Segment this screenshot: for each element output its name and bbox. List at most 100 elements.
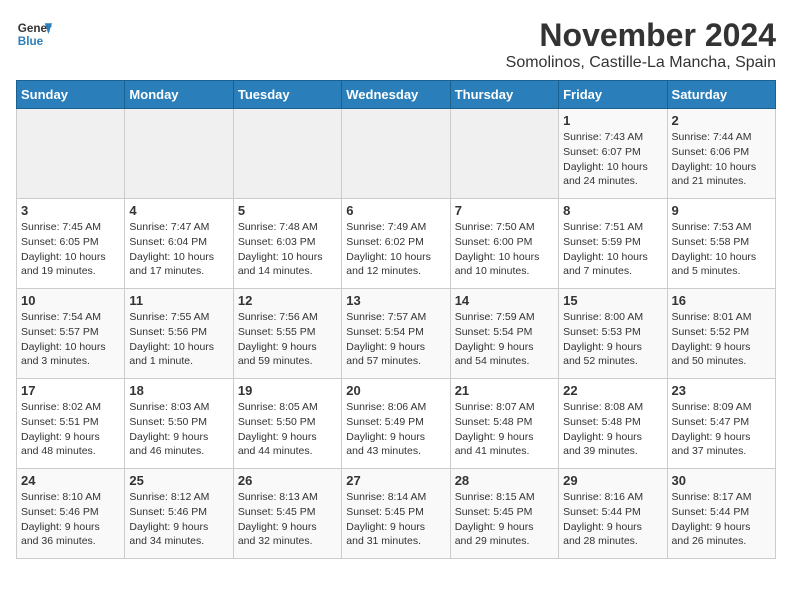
calendar-cell: 30 Sunrise: 8:17 AM Sunset: 5:44 PM Dayli… xyxy=(667,469,775,559)
day-info: Sunrise: 8:13 AM Sunset: 5:45 PM Dayligh… xyxy=(238,490,337,549)
day-info: Sunrise: 8:16 AM Sunset: 5:44 PM Dayligh… xyxy=(563,490,662,549)
calendar-cell: 3 Sunrise: 7:45 AM Sunset: 6:05 PM Daylig… xyxy=(17,199,125,289)
calendar-cell: 14 Sunrise: 7:59 AM Sunset: 5:54 PM Dayli… xyxy=(450,289,558,379)
day-info: Sunrise: 8:15 AM Sunset: 5:45 PM Dayligh… xyxy=(455,490,554,549)
day-number: 23 xyxy=(672,383,771,398)
day-info: Sunrise: 8:03 AM Sunset: 5:50 PM Dayligh… xyxy=(129,400,228,459)
calendar-cell xyxy=(342,109,450,199)
day-number: 22 xyxy=(563,383,662,398)
day-info: Sunrise: 8:02 AM Sunset: 5:51 PM Dayligh… xyxy=(21,400,120,459)
calendar-cell: 19Sunrise: 8:05 AM Sunset: 5:50 PM Dayli… xyxy=(233,379,341,469)
calendar-cell: 25Sunrise: 8:12 AM Sunset: 5:46 PM Dayli… xyxy=(125,469,233,559)
day-number: 8 xyxy=(563,203,662,218)
day-info: Sunrise: 7:51 AM Sunset: 5:59 PM Dayligh… xyxy=(563,220,662,279)
day-number: 17 xyxy=(21,383,120,398)
calendar-cell: 28Sunrise: 8:15 AM Sunset: 5:45 PM Dayli… xyxy=(450,469,558,559)
calendar-cell: 26 Sunrise: 8:13 AM Sunset: 5:45 PM Dayli… xyxy=(233,469,341,559)
day-number: 12 xyxy=(238,293,337,308)
location-title: Somolinos, Castille-La Mancha, Spain xyxy=(506,54,776,72)
calendar-cell: 18 Sunrise: 8:03 AM Sunset: 5:50 PM Dayli… xyxy=(125,379,233,469)
day-number: 24 xyxy=(21,473,120,488)
day-info: Sunrise: 8:00 AM Sunset: 5:53 PM Dayligh… xyxy=(563,310,662,369)
day-info: Sunrise: 7:50 AM Sunset: 6:00 PM Dayligh… xyxy=(455,220,554,279)
logo-icon: General Blue xyxy=(16,16,52,52)
day-number: 5 xyxy=(238,203,337,218)
day-info: Sunrise: 7:53 AM Sunset: 5:58 PM Dayligh… xyxy=(672,220,771,279)
calendar-cell: 22 Sunrise: 8:08 AM Sunset: 5:48 PM Dayli… xyxy=(559,379,667,469)
calendar-cell: 6 Sunrise: 7:49 AM Sunset: 6:02 PM Daylig… xyxy=(342,199,450,289)
day-info: Sunrise: 7:49 AM Sunset: 6:02 PM Dayligh… xyxy=(346,220,445,279)
calendar-cell: 11 Sunrise: 7:55 AM Sunset: 5:56 PM Dayli… xyxy=(125,289,233,379)
calendar-week-row: 24 Sunrise: 8:10 AM Sunset: 5:46 PM Dayli… xyxy=(17,469,776,559)
calendar-cell: 24 Sunrise: 8:10 AM Sunset: 5:46 PM Dayli… xyxy=(17,469,125,559)
calendar-cell: 16 Sunrise: 8:01 AM Sunset: 5:52 PM Dayli… xyxy=(667,289,775,379)
weekday-header: Thursday xyxy=(450,81,558,109)
day-info: Sunrise: 8:12 AM Sunset: 5:46 PM Dayligh… xyxy=(129,490,228,549)
day-number: 27 xyxy=(346,473,445,488)
day-info: Sunrise: 7:59 AM Sunset: 5:54 PM Dayligh… xyxy=(455,310,554,369)
calendar-table: SundayMondayTuesdayWednesdayThursdayFrid… xyxy=(16,80,776,559)
calendar-cell: 21 Sunrise: 8:07 AM Sunset: 5:48 PM Dayli… xyxy=(450,379,558,469)
day-number: 3 xyxy=(21,203,120,218)
title-block: November 2024 Somolinos, Castille-La Man… xyxy=(506,16,776,72)
day-info: Sunrise: 8:08 AM Sunset: 5:48 PM Dayligh… xyxy=(563,400,662,459)
day-info: Sunrise: 7:56 AM Sunset: 5:55 PM Dayligh… xyxy=(238,310,337,369)
day-info: Sunrise: 7:48 AM Sunset: 6:03 PM Dayligh… xyxy=(238,220,337,279)
day-info: Sunrise: 7:57 AM Sunset: 5:54 PM Dayligh… xyxy=(346,310,445,369)
calendar-cell: 27 Sunrise: 8:14 AM Sunset: 5:45 PM Dayli… xyxy=(342,469,450,559)
day-info: Sunrise: 7:54 AM Sunset: 5:57 PM Dayligh… xyxy=(21,310,120,369)
day-number: 13 xyxy=(346,293,445,308)
day-info: Sunrise: 7:55 AM Sunset: 5:56 PM Dayligh… xyxy=(129,310,228,369)
day-number: 9 xyxy=(672,203,771,218)
weekday-header: Saturday xyxy=(667,81,775,109)
calendar-cell xyxy=(233,109,341,199)
day-info: Sunrise: 8:09 AM Sunset: 5:47 PM Dayligh… xyxy=(672,400,771,459)
calendar-cell: 1Sunrise: 7:43 AM Sunset: 6:07 PM Daylig… xyxy=(559,109,667,199)
day-number: 14 xyxy=(455,293,554,308)
day-info: Sunrise: 7:45 AM Sunset: 6:05 PM Dayligh… xyxy=(21,220,120,279)
day-info: Sunrise: 8:14 AM Sunset: 5:45 PM Dayligh… xyxy=(346,490,445,549)
calendar-cell: 8 Sunrise: 7:51 AM Sunset: 5:59 PM Daylig… xyxy=(559,199,667,289)
calendar-cell: 23 Sunrise: 8:09 AM Sunset: 5:47 PM Dayli… xyxy=(667,379,775,469)
calendar-cell: 5 Sunrise: 7:48 AM Sunset: 6:03 PM Daylig… xyxy=(233,199,341,289)
day-info: Sunrise: 8:10 AM Sunset: 5:46 PM Dayligh… xyxy=(21,490,120,549)
page-header: General Blue November 2024 Somolinos, Ca… xyxy=(16,16,776,72)
calendar-week-row: 3 Sunrise: 7:45 AM Sunset: 6:05 PM Daylig… xyxy=(17,199,776,289)
day-info: Sunrise: 7:43 AM Sunset: 6:07 PM Dayligh… xyxy=(563,130,662,189)
day-number: 10 xyxy=(21,293,120,308)
day-info: Sunrise: 8:01 AM Sunset: 5:52 PM Dayligh… xyxy=(672,310,771,369)
day-info: Sunrise: 7:44 AM Sunset: 6:06 PM Dayligh… xyxy=(672,130,771,189)
calendar-cell: 17 Sunrise: 8:02 AM Sunset: 5:51 PM Dayli… xyxy=(17,379,125,469)
day-number: 7 xyxy=(455,203,554,218)
weekday-header: Wednesday xyxy=(342,81,450,109)
calendar-cell: 15 Sunrise: 8:00 AM Sunset: 5:53 PM Dayli… xyxy=(559,289,667,379)
day-number: 11 xyxy=(129,293,228,308)
day-info: Sunrise: 8:17 AM Sunset: 5:44 PM Dayligh… xyxy=(672,490,771,549)
day-number: 29 xyxy=(563,473,662,488)
day-info: Sunrise: 8:07 AM Sunset: 5:48 PM Dayligh… xyxy=(455,400,554,459)
calendar-cell: 13 Sunrise: 7:57 AM Sunset: 5:54 PM Dayli… xyxy=(342,289,450,379)
calendar-cell: 2 Sunrise: 7:44 AM Sunset: 6:06 PM Daylig… xyxy=(667,109,775,199)
calendar-cell: 12 Sunrise: 7:56 AM Sunset: 5:55 PM Dayli… xyxy=(233,289,341,379)
day-number: 4 xyxy=(129,203,228,218)
calendar-week-row: 17 Sunrise: 8:02 AM Sunset: 5:51 PM Dayli… xyxy=(17,379,776,469)
calendar-cell: 10 Sunrise: 7:54 AM Sunset: 5:57 PM Dayli… xyxy=(17,289,125,379)
logo: General Blue xyxy=(16,16,52,52)
day-info: Sunrise: 8:06 AM Sunset: 5:49 PM Dayligh… xyxy=(346,400,445,459)
day-number: 15 xyxy=(563,293,662,308)
day-number: 21 xyxy=(455,383,554,398)
calendar-cell: 7 Sunrise: 7:50 AM Sunset: 6:00 PM Daylig… xyxy=(450,199,558,289)
day-number: 18 xyxy=(129,383,228,398)
day-info: Sunrise: 8:05 AM Sunset: 5:50 PM Dayligh… xyxy=(238,400,337,459)
day-number: 16 xyxy=(672,293,771,308)
day-number: 30 xyxy=(672,473,771,488)
day-number: 26 xyxy=(238,473,337,488)
calendar-cell xyxy=(17,109,125,199)
day-number: 2 xyxy=(672,113,771,128)
day-number: 6 xyxy=(346,203,445,218)
calendar-cell xyxy=(450,109,558,199)
calendar-cell: 9 Sunrise: 7:53 AM Sunset: 5:58 PM Daylig… xyxy=(667,199,775,289)
svg-text:Blue: Blue xyxy=(18,35,44,48)
month-title: November 2024 xyxy=(506,16,776,54)
weekday-header-row: SundayMondayTuesdayWednesdayThursdayFrid… xyxy=(17,81,776,109)
